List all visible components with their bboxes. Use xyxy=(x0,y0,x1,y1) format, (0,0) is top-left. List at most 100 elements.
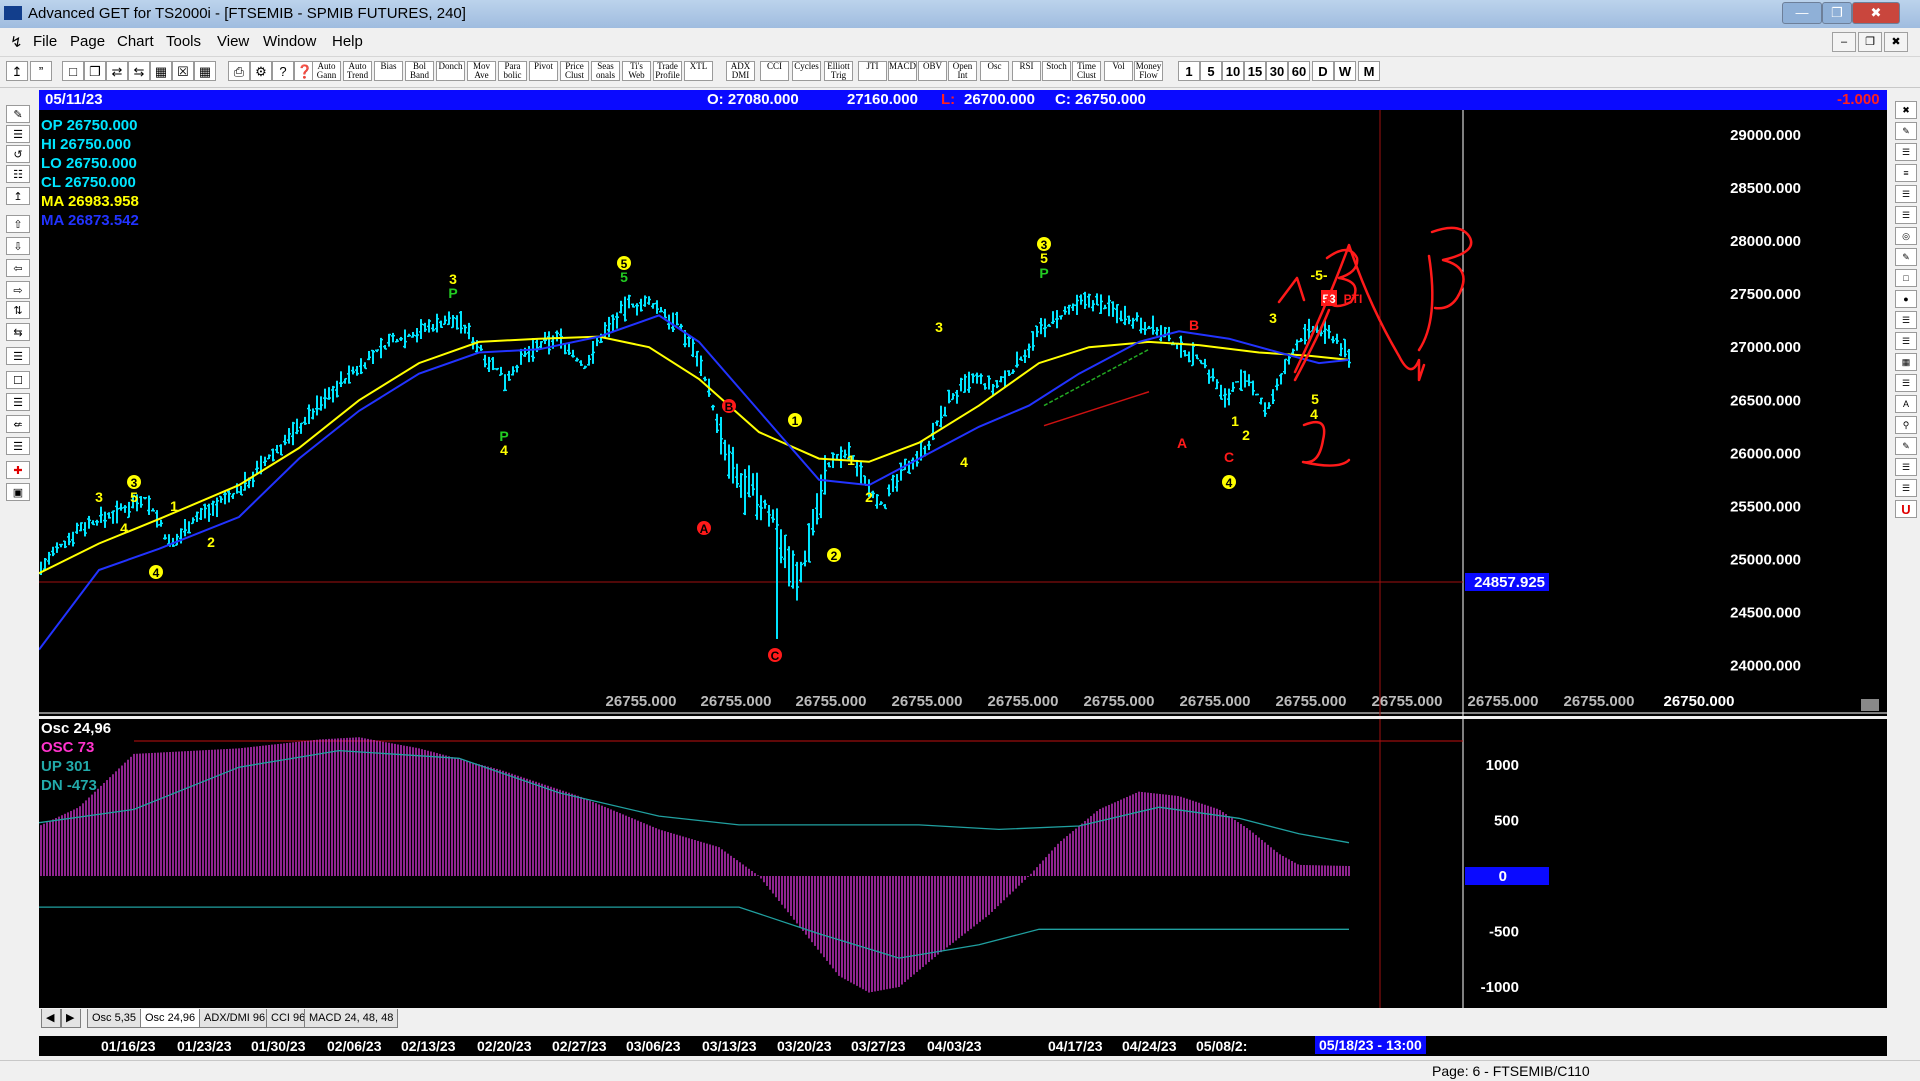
study-button-7[interactable]: Pivot xyxy=(529,61,558,81)
study-button-25[interactable]: Vol xyxy=(1104,61,1133,81)
menu-page[interactable]: Page xyxy=(70,33,105,50)
right-tool-icon-12[interactable]: ▦ xyxy=(1895,353,1917,371)
close-button[interactable]: ✖ xyxy=(1852,2,1900,24)
study-button-3[interactable]: Bol Band xyxy=(405,61,434,81)
study-button-18[interactable]: MACD xyxy=(888,61,917,81)
study-button-17[interactable]: JTI xyxy=(858,61,887,81)
tab-scroll-left[interactable]: ◀ xyxy=(41,1009,61,1028)
mdi-restore-button[interactable]: ❐ xyxy=(1858,32,1882,52)
right-tool-icon-6[interactable]: ◎ xyxy=(1895,227,1917,245)
left-tool-icon-5[interactable]: ⇧ xyxy=(6,215,30,233)
menu-view[interactable]: View xyxy=(217,33,249,50)
print-icon[interactable]: ⎙ xyxy=(228,61,250,81)
study-button-4[interactable]: Donch xyxy=(436,61,465,81)
mdi-close-button[interactable]: ✖ xyxy=(1884,32,1908,52)
left-tool-icon-4[interactable]: ↥ xyxy=(6,187,30,205)
timeframe-button-7[interactable]: W xyxy=(1334,61,1356,81)
grid-icon[interactable]: ▦ xyxy=(194,61,216,81)
right-tool-icon-1[interactable]: ✎ xyxy=(1895,122,1917,140)
forward-icon[interactable]: ⇆ xyxy=(128,61,150,81)
tab-osc-24-96[interactable]: Osc 24,96 xyxy=(140,1009,201,1028)
study-button-24[interactable]: Time Clust xyxy=(1072,61,1101,81)
right-tool-icon-2[interactable]: ☰ xyxy=(1895,143,1917,161)
right-tool-icon-13[interactable]: ☰ xyxy=(1895,374,1917,392)
study-button-14[interactable]: CCI xyxy=(760,61,789,81)
right-tool-icon-11[interactable]: ☰ xyxy=(1895,332,1917,350)
study-button-22[interactable]: RSI xyxy=(1012,61,1041,81)
right-tool-icon-4[interactable]: ☰ xyxy=(1895,185,1917,203)
maximize-button[interactable]: ❐ xyxy=(1822,2,1852,24)
right-tool-icon-15[interactable]: ⚲ xyxy=(1895,416,1917,434)
right-tool-icon-10[interactable]: ☰ xyxy=(1895,311,1917,329)
left-tool-icon-6[interactable]: ⇩ xyxy=(6,237,30,255)
back-icon[interactable]: ⇄ xyxy=(106,61,128,81)
timeframe-button-6[interactable]: D xyxy=(1312,61,1334,81)
right-tool-icon-7[interactable]: ✎ xyxy=(1895,248,1917,266)
study-button-16[interactable]: Elliott Trig xyxy=(824,61,853,81)
left-tool-icon-11[interactable]: ☰ xyxy=(6,347,30,365)
left-tool-icon-8[interactable]: ⇨ xyxy=(6,281,30,299)
study-button-26[interactable]: Money Flow xyxy=(1134,61,1163,81)
study-button-12[interactable]: XTL xyxy=(684,61,713,81)
right-tool-icon-14[interactable]: A xyxy=(1895,395,1917,413)
timeframe-button-1[interactable]: 5 xyxy=(1200,61,1222,81)
left-tool-icon-3[interactable]: ☷ xyxy=(6,165,30,183)
tab-osc-5-35[interactable]: Osc 5,35 xyxy=(87,1009,142,1028)
left-tool-icon-12[interactable]: ☐ xyxy=(6,371,30,389)
settings-icon[interactable]: ⚙ xyxy=(250,61,272,81)
menu-help[interactable]: Help xyxy=(332,33,363,50)
left-tool-icon-2[interactable]: ↺ xyxy=(6,145,30,163)
timeframe-button-4[interactable]: 30 xyxy=(1266,61,1288,81)
mdi-minimize-button[interactable]: – xyxy=(1832,32,1856,52)
tab-macd[interactable]: MACD 24, 48, 48 xyxy=(304,1009,399,1028)
left-tool-icon-9[interactable]: ⇅ xyxy=(6,301,30,319)
study-button-21[interactable]: Osc xyxy=(980,61,1009,81)
delete-icon[interactable]: ☒ xyxy=(172,61,194,81)
menu-chart[interactable]: Chart xyxy=(117,33,154,50)
left-tool-icon-10[interactable]: ⇆ xyxy=(6,323,30,341)
menu-tools[interactable]: Tools xyxy=(166,33,201,50)
study-button-9[interactable]: Seas onals xyxy=(591,61,620,81)
study-button-5[interactable]: Mov Ave xyxy=(467,61,496,81)
study-button-2[interactable]: Bias xyxy=(374,61,403,81)
left-tool-icon-7[interactable]: ⇦ xyxy=(6,259,30,277)
help-icon[interactable]: ? xyxy=(272,61,294,81)
menu-file[interactable]: File xyxy=(33,33,57,50)
new-page-icon[interactable]: □ xyxy=(62,61,84,81)
study-button-23[interactable]: Stoch xyxy=(1042,61,1071,81)
left-tool-icon-15[interactable]: ☰ xyxy=(6,437,30,455)
study-button-11[interactable]: Trade Profile xyxy=(653,61,682,81)
copy-icon[interactable]: ❐ xyxy=(84,61,106,81)
timeframe-button-5[interactable]: 60 xyxy=(1288,61,1310,81)
study-button-0[interactable]: Auto Gann xyxy=(312,61,341,81)
price-chart[interactable]: 29000.000 28500.000 28000.000 27500.000 2700… xyxy=(39,110,1887,716)
tab-scroll-right[interactable]: ▶ xyxy=(61,1009,81,1028)
left-tool-icon-1[interactable]: ☰ xyxy=(6,125,30,143)
right-tool-icon-0[interactable]: ✖ xyxy=(1895,101,1917,119)
study-button-13[interactable]: ADX DMI xyxy=(726,61,755,81)
timeframe-button-8[interactable]: M xyxy=(1358,61,1380,81)
right-tool-icon-9[interactable]: ● xyxy=(1895,290,1917,308)
left-tool-icon-0[interactable]: ✎ xyxy=(6,105,30,123)
left-tool-icon-17[interactable]: ▣ xyxy=(6,483,30,501)
right-tool-icon-17[interactable]: ☰ xyxy=(1895,458,1917,476)
oscillator-chart[interactable]: 1000 500 0 -500 -1000 Osc 24,96 OSC 73 UP 30… xyxy=(39,719,1887,1009)
study-button-19[interactable]: OBV xyxy=(918,61,947,81)
menu-window[interactable]: Window xyxy=(263,33,316,50)
left-tool-icon-16[interactable]: ✚ xyxy=(6,461,30,479)
study-button-15[interactable]: Cycles xyxy=(792,61,821,81)
right-tool-icon-16[interactable]: ✎ xyxy=(1895,437,1917,455)
menu-icon[interactable]: ↯ xyxy=(10,33,23,51)
study-button-10[interactable]: Ti's Web xyxy=(622,61,651,81)
study-button-8[interactable]: Price Clust xyxy=(560,61,589,81)
right-tool-icon-8[interactable]: □ xyxy=(1895,269,1917,287)
right-tool-icon-19[interactable]: U xyxy=(1895,500,1917,518)
left-tool-icon-13[interactable]: ☰ xyxy=(6,393,30,411)
study-button-20[interactable]: Open Int xyxy=(948,61,977,81)
timeframe-button-2[interactable]: 10 xyxy=(1222,61,1244,81)
right-tool-icon-18[interactable]: ☰ xyxy=(1895,479,1917,497)
timeframe-button-0[interactable]: 1 xyxy=(1178,61,1200,81)
pointer-tool-icon[interactable]: ↥ xyxy=(6,61,28,81)
right-tool-icon-5[interactable]: ☰ xyxy=(1895,206,1917,224)
left-tool-icon-14[interactable]: ⇍ xyxy=(6,415,30,433)
